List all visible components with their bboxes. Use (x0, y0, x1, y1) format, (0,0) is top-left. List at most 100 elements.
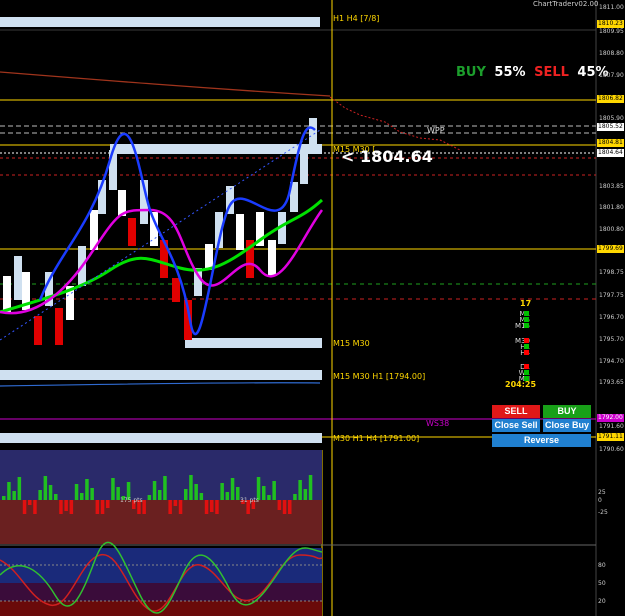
histogram-bar (2, 496, 6, 500)
histogram-bar (64, 500, 68, 511)
histogram-bar (178, 500, 183, 514)
sub-label-31: 31 pts (240, 497, 259, 504)
candle (14, 256, 22, 300)
histogram-bar (308, 475, 313, 500)
histogram-bar (262, 486, 266, 500)
price-tag: 1804.81 (597, 139, 624, 147)
histogram-bar (267, 495, 271, 500)
label-m30h1h4: M30 H1 H4 [1791.00] (333, 434, 420, 443)
histogram-bar (189, 475, 193, 500)
histogram-bar (12, 491, 16, 500)
tf-timer: 204:25 (505, 380, 537, 389)
histogram-bar (303, 489, 308, 500)
price-tick: 1800.80 (599, 226, 624, 233)
label-m15m30h1: M15 M30 H1 [1794.00] (333, 372, 426, 381)
histogram-bar (7, 482, 11, 500)
histogram-bar (158, 490, 162, 500)
candle (205, 244, 213, 270)
chart-canvas[interactable] (0, 0, 625, 616)
histogram-bar (194, 484, 198, 500)
histogram-bar (184, 489, 188, 500)
histogram-bar (48, 485, 53, 500)
histogram-bar (272, 481, 276, 500)
price-tick: 1809.95 (599, 28, 624, 35)
price-tick: 1793.65 (599, 379, 624, 386)
histogram-bar (220, 483, 224, 500)
price-tag: 1792.00 (597, 414, 624, 422)
zone-m30h1h4 (0, 433, 322, 443)
histogram-bar (230, 478, 235, 500)
sub2-tick-20: 20 (598, 598, 606, 605)
histogram-bar (168, 500, 172, 514)
tf-indicator (524, 323, 529, 328)
candle (128, 218, 136, 246)
price-tick: 1794.70 (599, 358, 624, 365)
histogram-bar (147, 495, 152, 500)
sell-button[interactable]: SELL (492, 405, 540, 418)
histogram-bar (85, 479, 89, 500)
histogram-bar (33, 500, 37, 514)
close-buy-button[interactable]: Close Buy (543, 419, 591, 432)
histogram-bar (111, 478, 115, 500)
histogram-bar (210, 500, 214, 512)
candle (300, 150, 308, 184)
candle (309, 118, 317, 150)
sub-label-175: 175 pts (120, 497, 143, 504)
candle (236, 214, 244, 250)
histogram-bar (282, 500, 287, 514)
zone-m15m30 (185, 338, 322, 348)
close-sell-button[interactable]: Close Sell (492, 419, 540, 432)
tf-indicator (524, 350, 529, 355)
price-tag: 1810.23 (597, 20, 624, 28)
histogram-bar (142, 500, 146, 514)
price-tick: 1798.75 (599, 269, 624, 276)
candle (55, 308, 63, 345)
buy-pct: 55% (494, 65, 526, 80)
price-tick: 1797.75 (599, 292, 624, 299)
current-price: < 1804.64 (341, 147, 433, 166)
price-tag: 1805.52 (597, 123, 624, 131)
zone-m15m30h1 (0, 370, 322, 380)
label-m15m30: M15 M30 (333, 339, 370, 348)
histogram-bar (293, 494, 297, 500)
histogram-bar (225, 492, 230, 500)
histogram-bar (298, 480, 302, 500)
histogram-bar (288, 500, 292, 514)
label-ws38: WS38 (426, 419, 450, 428)
sub1-tick-25: 25 (598, 489, 606, 496)
price-tick: 1808.80 (599, 50, 624, 57)
histogram-bar (59, 500, 63, 514)
reverse-button[interactable]: Reverse (492, 434, 591, 447)
histogram-bar (17, 477, 22, 500)
label-wpp: WPP (427, 126, 445, 135)
buy-label: BUY (456, 65, 486, 80)
histogram-bar (199, 493, 204, 500)
price-tick: 1805.90 (599, 115, 624, 122)
price-tick: 1791.60 (599, 423, 624, 430)
histogram-bar (236, 487, 240, 500)
tf-count: 17 (520, 299, 532, 308)
sub2-tick-80: 80 (598, 562, 606, 569)
histogram-bar (38, 490, 42, 500)
price-tick: 1803.85 (599, 183, 624, 190)
histogram-bar (204, 500, 209, 514)
histogram-bar (163, 476, 167, 500)
histogram-bar (54, 494, 58, 500)
histogram-bar (277, 500, 282, 510)
price-tag: 1799.69 (597, 245, 624, 253)
histogram-bar (95, 500, 100, 514)
sell-label: SELL (534, 65, 569, 80)
histogram-bar (90, 488, 94, 500)
price-tag: 1806.82 (597, 95, 624, 103)
buy-button[interactable]: BUY (543, 405, 591, 418)
app-label: ChartTraderv02.00 (533, 0, 599, 8)
price-tick: 1801.80 (599, 204, 624, 211)
price-tick: 1807.90 (599, 72, 624, 79)
histogram-bar (74, 484, 79, 500)
sub1-tick-m25: -25 (598, 509, 608, 516)
candle (172, 278, 180, 302)
candle (34, 316, 42, 345)
label-h1h4: H1 H4 [7/8] (333, 14, 380, 23)
histogram-bar (28, 500, 32, 505)
zone-m15m30-top (110, 144, 322, 154)
